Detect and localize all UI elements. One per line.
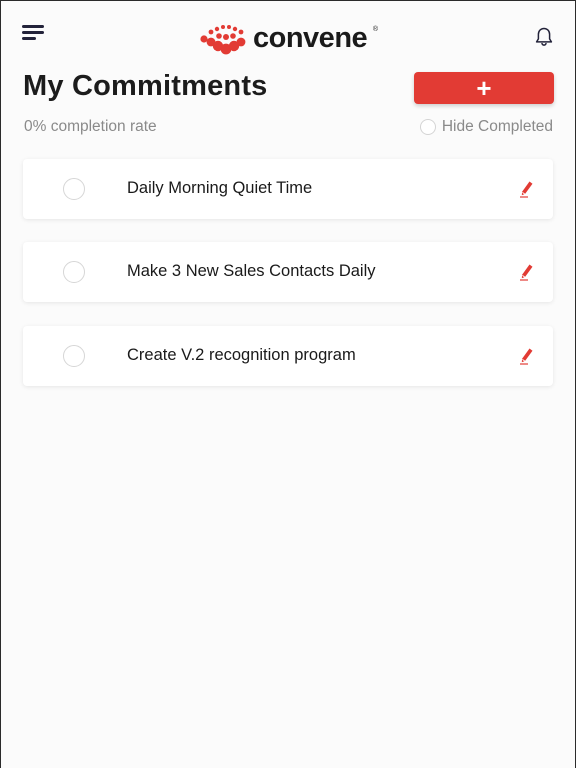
logo-dots-icon xyxy=(200,25,246,55)
complete-checkbox[interactable] xyxy=(63,261,85,283)
commitment-card[interactable]: Daily Morning Quiet Time xyxy=(23,159,553,219)
commitment-label: Make 3 New Sales Contacts Daily xyxy=(127,262,376,280)
hide-completed-radio[interactable] xyxy=(419,119,436,135)
registered-mark: ® xyxy=(372,26,378,33)
commitment-card[interactable]: Create V.2 recognition program xyxy=(23,326,553,386)
page-title: My Commitments xyxy=(23,70,268,102)
top-bar: convene ® xyxy=(0,0,576,70)
completion-rate: 0% completion rate xyxy=(24,118,157,135)
edit-pencil-icon[interactable] xyxy=(519,347,535,365)
commitment-card[interactable]: Make 3 New Sales Contacts Daily xyxy=(23,242,553,302)
commitment-label: Daily Morning Quiet Time xyxy=(127,179,313,197)
edit-pencil-icon[interactable] xyxy=(519,263,535,281)
complete-checkbox[interactable] xyxy=(63,178,85,200)
edit-pencil-icon[interactable] xyxy=(519,180,535,198)
add-commitment-button[interactable]: + xyxy=(414,72,554,104)
hide-completed-label: Hide Completed xyxy=(441,118,553,135)
brand-name: convene xyxy=(253,22,368,54)
hamburger-menu-icon[interactable] xyxy=(22,25,46,43)
hide-completed-toggle[interactable]: Hide Completed xyxy=(419,118,553,136)
bell-icon[interactable] xyxy=(532,25,556,49)
commitment-label: Create V.2 recognition program xyxy=(127,346,356,364)
complete-checkbox[interactable] xyxy=(63,345,85,367)
convene-logo: convene ® xyxy=(198,22,384,56)
